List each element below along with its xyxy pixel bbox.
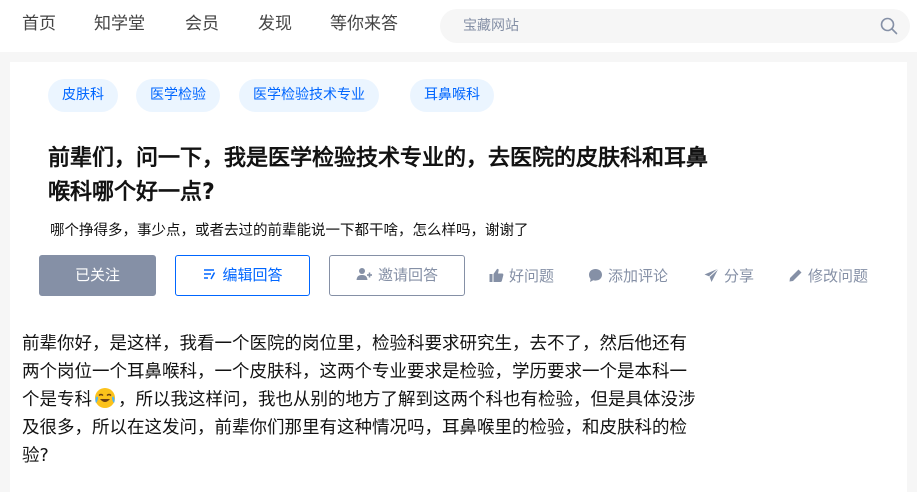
topic-tag-medical-lab-technology[interactable]: 医学检验技术专业 xyxy=(239,79,379,112)
invite-user-icon xyxy=(356,268,372,280)
share-button[interactable]: 分享 xyxy=(704,265,754,287)
thumbs-up-icon xyxy=(489,268,504,282)
topic-tag-dermatology[interactable]: 皮肤科 xyxy=(48,79,118,112)
edit-lines-icon xyxy=(204,269,216,280)
good-question-label: 好问题 xyxy=(509,267,555,285)
comment-bubble-icon xyxy=(589,268,602,282)
question-title-line2: 喉科哪个好一点? xyxy=(48,180,215,205)
pencil-icon xyxy=(789,269,802,281)
nav-membership[interactable]: 会员 xyxy=(185,13,219,35)
edit-answer-label: 编辑回答 xyxy=(222,266,283,284)
answer-line: 验? xyxy=(22,446,49,466)
topic-tag-medical-laboratory[interactable]: 医学检验 xyxy=(136,79,220,112)
answer-content: 前辈你好，是这样，我看一个医院的岗位里，检验科要求研究生，去不了，然后他还有 两… xyxy=(22,330,892,470)
nav-discover[interactable]: 发现 xyxy=(258,13,292,35)
search-box xyxy=(440,9,910,43)
nav-home[interactable]: 首页 xyxy=(22,13,56,35)
nav-zhixuetang[interactable]: 知学堂 xyxy=(94,13,145,35)
add-comment-label: 添加评论 xyxy=(608,267,669,285)
add-comment-button[interactable]: 添加评论 xyxy=(588,265,668,287)
answer-line: 两个岗位一个耳鼻喉科，一个皮肤科，这两个专业要求是检验，学历要求一个是本科一 xyxy=(22,362,687,382)
crying-laughing-emoji-icon xyxy=(95,388,115,408)
edit-question-button[interactable]: 修改问题 xyxy=(788,265,868,287)
answer-line: 个是专科 xyxy=(22,390,92,410)
topic-tag-ent[interactable]: 耳鼻喉科 xyxy=(410,79,494,112)
search-input[interactable] xyxy=(463,15,843,37)
search-icon[interactable] xyxy=(880,17,898,35)
question-title[interactable]: 前辈们，问一下，我是医学检验技术专业的，去医院的皮肤科和耳鼻 喉科哪个好一点? xyxy=(48,142,868,210)
answer-line: 前辈你好，是这样，我看一个医院的岗位里，检验科要求研究生，去不了，然后他还有 xyxy=(22,334,687,354)
good-question-button[interactable]: 好问题 xyxy=(489,265,554,287)
question-card: 皮肤科 医学检验 医学检验技术专业 耳鼻喉科 前辈们，问一下，我是医学检验技术专… xyxy=(10,62,907,492)
answer-line: 及很多，所以在这发问，前辈你们那里有这种情况吗，耳鼻喉里的检验，和皮肤科的检 xyxy=(22,418,687,438)
top-navigation: 首页 知学堂 会员 发现 等你来答 xyxy=(0,0,917,52)
paper-plane-icon xyxy=(704,267,719,282)
invite-answer-button[interactable]: 邀请回答 xyxy=(329,255,465,296)
answer-line: ，所以我这样问，我也从别的地方了解到这两个科也有检验，但是具体没涉 xyxy=(118,390,696,410)
question-detail: 哪个挣得多，事少点，或者去过的前辈能说一下都干啥，怎么样吗，谢谢了 xyxy=(50,223,529,239)
nav-waiting-answers[interactable]: 等你来答 xyxy=(330,13,398,35)
share-label: 分享 xyxy=(724,267,755,285)
invite-answer-label: 邀请回答 xyxy=(377,266,438,284)
edit-answer-button[interactable]: 编辑回答 xyxy=(175,255,310,296)
edit-question-label: 修改问题 xyxy=(808,267,869,285)
question-title-line1: 前辈们，问一下，我是医学检验技术专业的，去医院的皮肤科和耳鼻 xyxy=(48,146,709,171)
followed-button[interactable]: 已关注 xyxy=(39,255,156,296)
